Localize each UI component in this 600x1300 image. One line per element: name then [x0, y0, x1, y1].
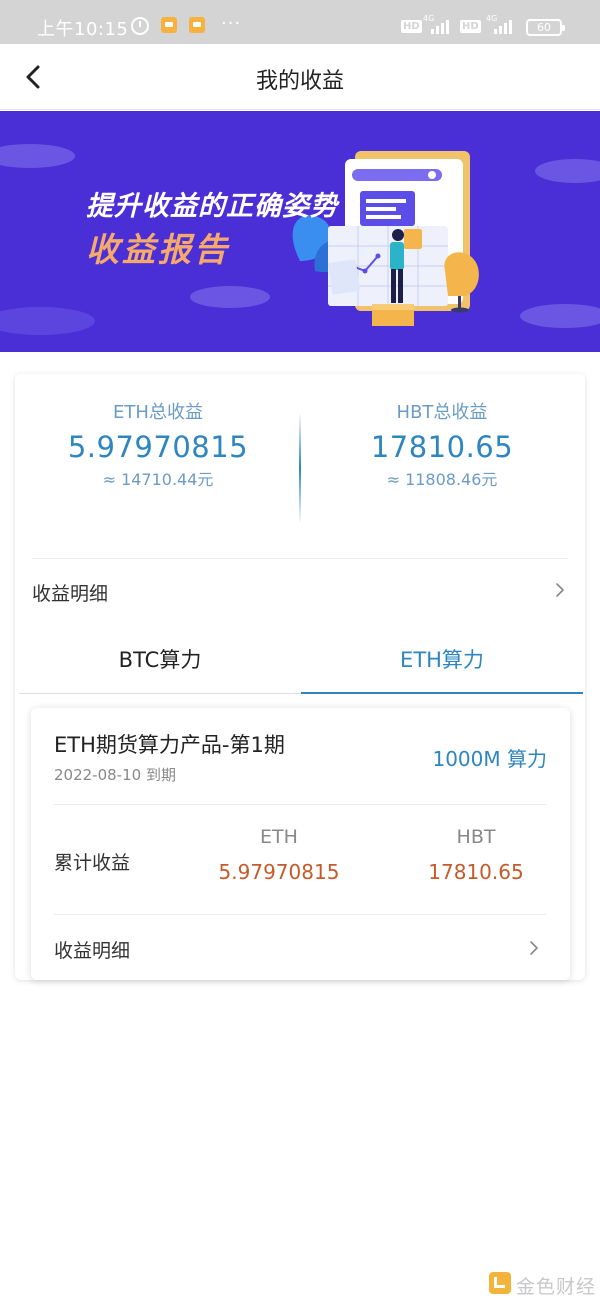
eth-total: ETH总收益 5.97970815 ≈ 14710.44元 — [18, 398, 298, 490]
cumulative-hbt-value: 17810.65 — [428, 860, 524, 884]
cumulative-eth-head: ETH — [260, 826, 298, 848]
signal-icon: 4G — [423, 14, 449, 34]
product-card: ETH期货算力产品-第1期 2022-08-10 到期 1000M 算力 累计收… — [31, 708, 570, 980]
product-name: ETH期货算力产品-第1期 — [54, 733, 285, 757]
status-bar: 上午10:15 ··· HD 4G HD 4G 60 — [0, 0, 600, 44]
banner-subheadline: 收益报告 — [86, 230, 230, 269]
page-title: 我的收益 — [255, 69, 344, 94]
status-time: 上午10:15 — [37, 19, 129, 40]
earnings-detail-label: 收益明细 — [32, 583, 109, 605]
column-divider — [299, 412, 301, 524]
cumulative-hbt: HBT 17810.65 — [391, 826, 561, 884]
earnings-detail-link[interactable]: 收益明细 — [32, 564, 568, 618]
promo-banner[interactable]: 提升收益的正确姿势 收益报告 — [0, 111, 600, 352]
active-tab-indicator — [301, 692, 583, 694]
earnings-page: 上午10:15 ··· HD 4G HD 4G 60 我的收益 提升收益的正确姿… — [0, 0, 600, 1300]
hbt-total-label: HBT总收益 — [396, 402, 488, 423]
notification-icon — [161, 17, 177, 33]
battery-icon: 60 — [526, 19, 565, 36]
product-expiry-date: 2022-08-10 到期 — [54, 766, 176, 784]
hd-icon: HD — [401, 20, 422, 33]
more-icon: ··· — [221, 13, 242, 34]
watermark-text: 金色财经 — [516, 1276, 597, 1298]
product-earnings-detail-label: 收益明细 — [54, 940, 131, 962]
tab-baseline — [19, 693, 301, 694]
chevron-right-icon — [556, 583, 564, 597]
eth-total-value: 5.97970815 — [67, 430, 249, 464]
hd-icon: HD — [460, 20, 481, 33]
cumulative-earnings-label: 累计收益 — [54, 852, 131, 874]
hashpower-tabs: BTC算力 ETH算力 — [19, 622, 583, 694]
nav-bar: 我的收益 — [0, 44, 600, 110]
divider — [54, 804, 546, 805]
cumulative-eth: ETH 5.97970815 — [194, 826, 364, 884]
divider — [32, 558, 568, 559]
alarm-icon — [131, 17, 149, 35]
cumulative-eth-value: 5.97970815 — [218, 860, 340, 884]
tab-btc-hashpower[interactable]: BTC算力 — [19, 622, 301, 694]
banner-headline: 提升收益的正确姿势 — [86, 191, 338, 222]
chevron-right-icon — [530, 941, 538, 955]
product-earnings-detail-link[interactable]: 收益明细 — [54, 918, 546, 976]
hbt-total-value: 17810.65 — [370, 430, 514, 464]
divider — [54, 914, 546, 915]
tab-label: ETH算力 — [400, 648, 484, 672]
eth-total-approx: ≈ 14710.44元 — [102, 470, 214, 489]
product-hashpower: 1000M 算力 — [432, 747, 547, 771]
tab-label: BTC算力 — [118, 648, 202, 672]
hbt-total: HBT总收益 17810.65 ≈ 11808.46元 — [302, 398, 582, 490]
tab-eth-hashpower[interactable]: ETH算力 — [301, 622, 583, 694]
notification-icon — [189, 17, 205, 33]
eth-total-label: ETH总收益 — [113, 402, 203, 423]
hbt-total-approx: ≈ 11808.46元 — [386, 470, 498, 489]
signal-icon: 4G — [486, 14, 512, 34]
jinse-logo-icon — [489, 1272, 511, 1294]
cumulative-hbt-head: HBT — [456, 826, 496, 848]
